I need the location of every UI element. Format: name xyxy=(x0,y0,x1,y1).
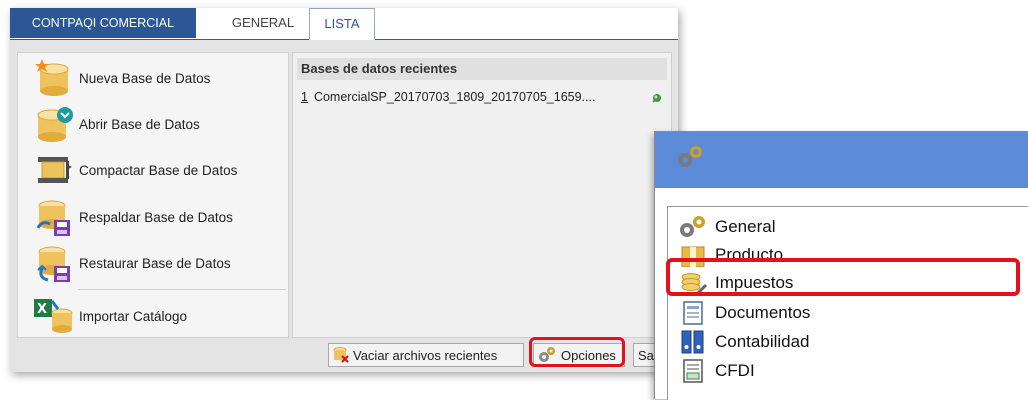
menu-item-nueva-base[interactable]: Nueva Base de Datos xyxy=(18,59,288,99)
option-label: Documentos xyxy=(715,303,811,322)
option-label: Contabilidad xyxy=(715,332,810,351)
database-actions-panel: Nueva Base de Datos Abrir Base de Datos xyxy=(17,52,289,338)
menu-item-importar-catalogo[interactable]: X Importar Catálogo xyxy=(18,297,288,337)
excel-import-icon: X xyxy=(32,297,76,337)
binders-icon xyxy=(678,330,708,359)
menu-item-restaurar-base[interactable]: Restaurar Base de Datos xyxy=(18,244,288,284)
menu-item-label: Abrir Base de Datos xyxy=(79,117,200,132)
menu-item-label: Nueva Base de Datos xyxy=(79,71,211,86)
clear-recent-label: Vaciar archivos recientes xyxy=(353,348,498,363)
menu-item-respaldar-base[interactable]: Respaldar Base de Datos xyxy=(18,198,288,238)
contpaqi-start-window: CONTPAQI COMERCIAL GENERAL LISTA Nueva B… xyxy=(10,8,678,372)
tab-lista[interactable]: LISTA xyxy=(309,8,375,40)
options-list: General Producto Impuestos Documentos Co… xyxy=(667,206,1028,400)
recent-database-item[interactable]: 1 ComercialSP_20170703_1809_20170705_1659… xyxy=(301,90,595,104)
recent-item-name: ComercialSP_20170703_1809_20170705_1659.… xyxy=(313,90,596,104)
highlight-options xyxy=(529,337,625,367)
highlight-impuestos xyxy=(666,258,1020,296)
new-database-icon xyxy=(32,59,76,99)
exit-label: Sa xyxy=(638,348,654,363)
backup-database-icon xyxy=(32,198,76,238)
option-label: CFDI xyxy=(715,361,755,380)
recent-item-number: 1 xyxy=(301,90,308,104)
menu-item-label: Respaldar Base de Datos xyxy=(79,210,233,225)
cfdi-document-icon xyxy=(678,359,708,388)
clear-database-icon xyxy=(332,346,350,372)
menu-item-abrir-base[interactable]: Abrir Base de Datos xyxy=(18,105,288,145)
menu-item-compactar-base[interactable]: Compactar Base de Datos xyxy=(18,151,288,191)
menu-item-label: Compactar Base de Datos xyxy=(79,163,238,178)
tab-general[interactable]: GENERAL xyxy=(218,8,308,38)
clear-recent-button[interactable]: Vaciar archivos recientes xyxy=(328,343,524,367)
recent-databases-header: Bases de datos recientes xyxy=(297,58,667,80)
options-title-bar xyxy=(655,132,1028,188)
menu-divider xyxy=(78,289,286,290)
tab-bar: CONTPAQI COMERCIAL GENERAL LISTA xyxy=(10,8,678,40)
option-item-cfdi[interactable]: CFDI xyxy=(678,357,1028,385)
option-item-contabilidad[interactable]: Contabilidad xyxy=(678,328,1028,356)
option-label: General xyxy=(715,217,776,236)
restore-database-icon xyxy=(32,244,76,284)
menu-item-label: Restaurar Base de Datos xyxy=(79,256,231,271)
open-database-icon xyxy=(32,105,76,145)
tab-contpaqi-comercial[interactable]: CONTPAQI COMERCIAL xyxy=(10,8,196,38)
option-item-general[interactable]: General xyxy=(678,213,1028,241)
svg-text:X: X xyxy=(37,302,47,317)
pin-icon[interactable] xyxy=(651,91,663,109)
gears-icon xyxy=(675,144,705,175)
compact-database-icon xyxy=(32,151,76,191)
menu-item-label: Importar Catálogo xyxy=(79,309,188,324)
gears-icon xyxy=(678,215,708,244)
document-icon xyxy=(678,301,708,330)
recent-databases-panel: Bases de datos recientes 1 ComercialSP_20… xyxy=(292,52,672,338)
option-item-documentos[interactable]: Documentos xyxy=(678,299,1028,327)
